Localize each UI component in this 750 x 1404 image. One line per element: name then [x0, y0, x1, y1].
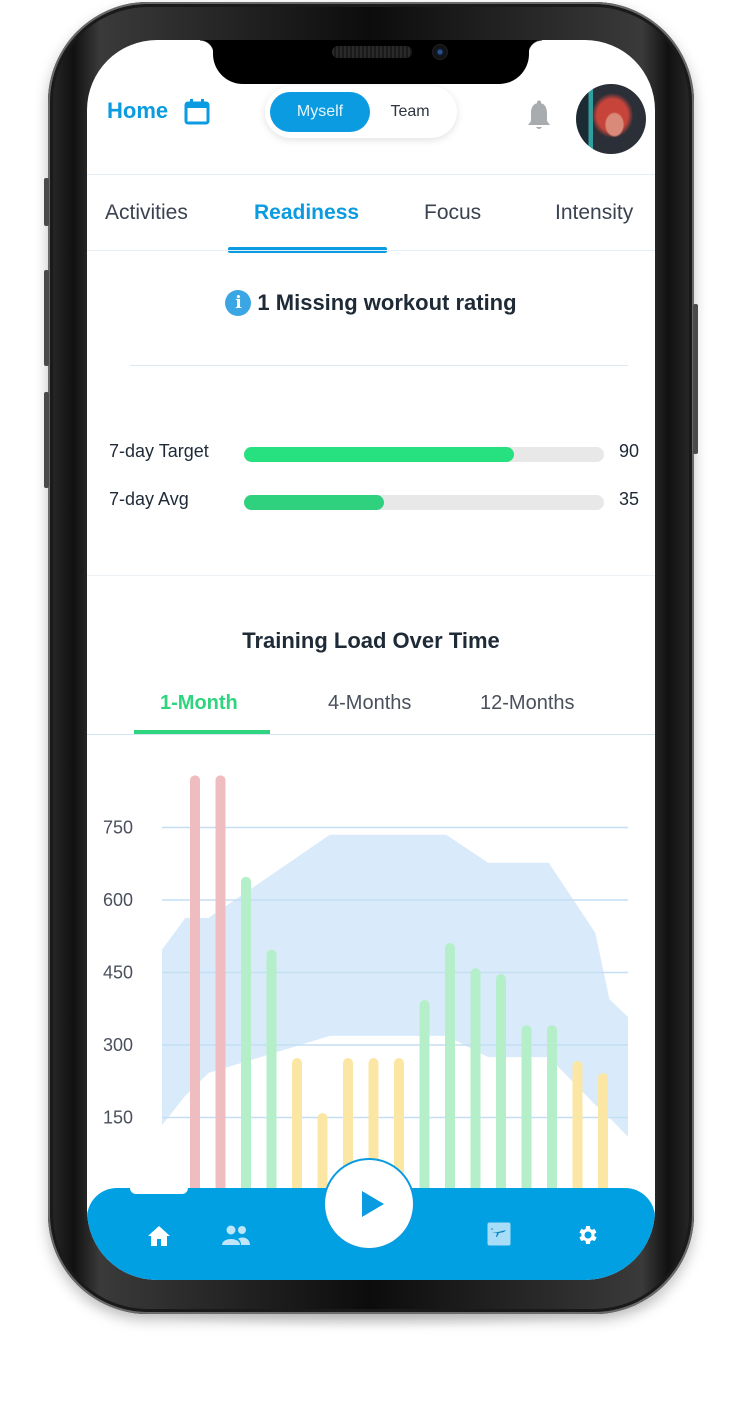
chart-bar-17: [598, 1073, 608, 1200]
y-tick-label-450: 450: [103, 963, 133, 983]
chart-bar-12: [470, 968, 481, 1200]
chart-bar-15: [547, 1025, 557, 1200]
play-icon: [362, 1191, 384, 1217]
y-tick-label-750: 750: [103, 818, 133, 838]
chart-bar-13: [496, 973, 506, 1200]
volume-down-button: [44, 392, 49, 488]
notch-corner-left: [200, 40, 214, 54]
y-tick-label-150: 150: [103, 1108, 133, 1128]
app-screen: Home Myself Team Activities Readiness Fo…: [87, 40, 655, 1280]
chart-bar-14: [521, 1025, 532, 1200]
front-camera: [432, 44, 448, 60]
training-load-chart: 150 300 450 600 750: [103, 775, 628, 1200]
chart-bar-3: [241, 876, 251, 1200]
volume-up-button: [44, 270, 49, 366]
notch-corner-right: [528, 40, 542, 54]
y-tick-label-600: 600: [103, 890, 133, 910]
nav-notch: [130, 1186, 188, 1194]
chart-bar-11: [445, 943, 455, 1200]
y-tick-label-300: 300: [103, 1035, 133, 1055]
chart-bar-16: [572, 1060, 583, 1200]
chart-bar-10: [419, 1000, 430, 1200]
chart-card-icon[interactable]: [487, 1222, 511, 1246]
play-button[interactable]: [323, 1158, 415, 1250]
home-icon[interactable]: [147, 1225, 171, 1247]
chart-bar-4: [266, 949, 277, 1200]
mute-switch: [44, 178, 49, 226]
chart-bar-1: [190, 775, 200, 1200]
power-button: [693, 304, 698, 454]
gear-icon[interactable]: [576, 1223, 600, 1247]
people-icon[interactable]: [221, 1224, 251, 1246]
chart-bar-2: [215, 775, 226, 1200]
chart-bar-5: [292, 1058, 302, 1200]
earpiece-speaker: [332, 46, 412, 58]
